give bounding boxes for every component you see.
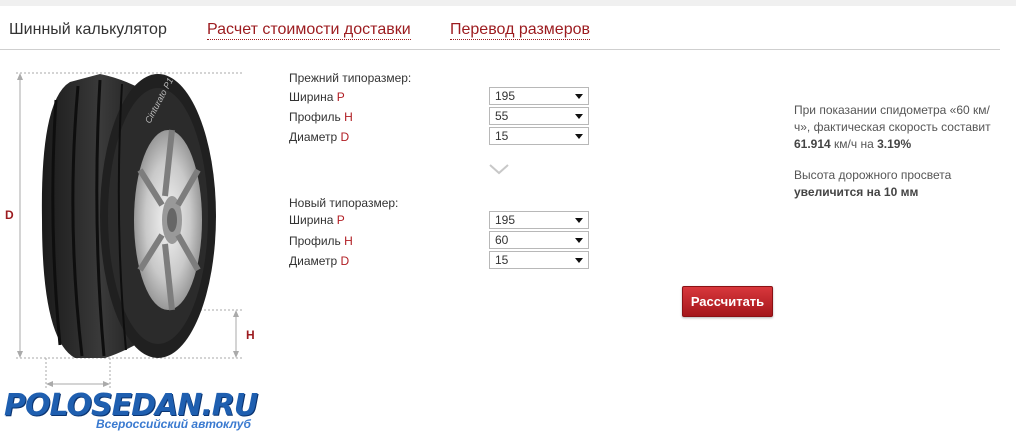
chevron-down-icon (575, 218, 583, 223)
old-width-label: Ширина P (289, 90, 345, 104)
chevron-down-icon (575, 258, 583, 263)
dimension-h-label: H (246, 328, 255, 342)
old-profile-label: Профиль H (289, 110, 353, 124)
chevron-down-icon (575, 114, 583, 119)
old-width-select[interactable]: 195 (489, 87, 589, 105)
tab-size-conversion[interactable]: Перевод размеров (450, 21, 590, 40)
new-diameter-label: Диаметр D (289, 254, 350, 268)
new-diameter-select[interactable]: 15 (489, 251, 589, 269)
new-size-title: Новый типоразмер: (289, 196, 399, 210)
logo-subtitle: Всероссийский автоклуб (96, 417, 251, 431)
dimension-d-label: D (5, 208, 14, 222)
chevron-down-icon (575, 134, 583, 139)
new-width-select[interactable]: 195 (489, 211, 589, 229)
site-logo[interactable]: POLOSEDAN.RU Всероссийский автоклуб (4, 388, 264, 432)
speed-result: При показании спидометра «60 км/ч», факт… (794, 103, 991, 151)
chevron-down-icon (575, 94, 583, 99)
tab-tire-calculator[interactable]: Шинный калькулятор (9, 21, 167, 39)
chevron-down-icon (575, 238, 583, 243)
old-diameter-label: Диаметр D (289, 130, 350, 144)
calculate-button[interactable]: Рассчитать (682, 286, 773, 317)
tire-diagram: Cinturato P1 D H P (0, 60, 270, 404)
tab-bar: Шинный калькулятор Расчет стоимости дост… (0, 14, 1000, 50)
chevron-down-icon (489, 164, 509, 175)
old-size-title: Прежний типоразмер: (289, 71, 412, 85)
new-profile-select[interactable]: 60 (489, 231, 589, 249)
tab-delivery-cost[interactable]: Расчет стоимости доставки (207, 21, 411, 40)
tire-illustration: Cinturato P1 (16, 72, 242, 395)
new-width-label: Ширина P (289, 213, 345, 227)
old-diameter-select[interactable]: 15 (489, 127, 589, 145)
old-profile-select[interactable]: 55 (489, 107, 589, 125)
new-profile-label: Профиль H (289, 234, 353, 248)
top-band (0, 0, 1016, 6)
clearance-result: Высота дорожного просвета увеличится на 1… (794, 168, 952, 199)
